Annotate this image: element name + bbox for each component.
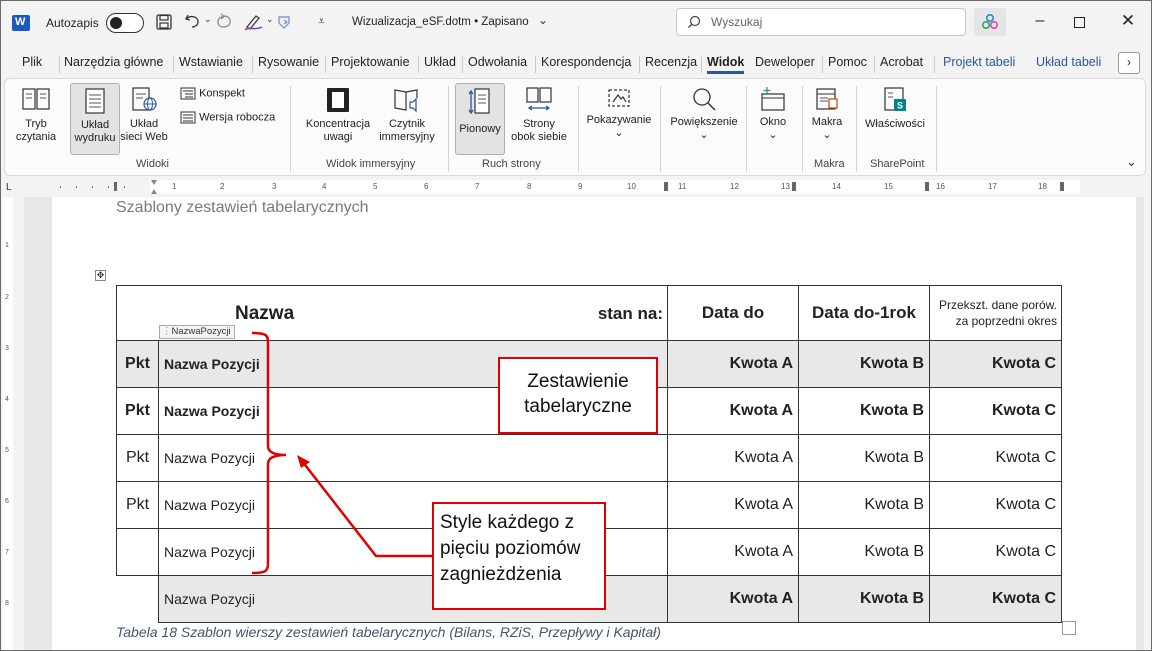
callout-arrow-line [301,460,432,558]
callout-styles-line1: Style każdego z [440,512,575,533]
arrow-head-icon [297,455,310,468]
callout-styles-line2: pięciu poziomów [440,538,581,559]
callout-style-poziomow: Style każdego z pięciu poziomów zagnieżd… [432,502,606,610]
callout-zestawienie-tabelaryczne: Zestawienie tabelaryczne [498,357,658,434]
brace-annotation [251,331,287,575]
table-caption[interactable]: Tabela 18 Szablon wierszy zestawień tabe… [116,624,661,640]
callout-table-line2: tabelaryczne [524,396,632,417]
table-resize-handle[interactable] [1062,621,1076,635]
callout-table-line1: Zestawienie [527,371,629,392]
callout-styles-line3: zagnieżdżenia [440,564,562,585]
